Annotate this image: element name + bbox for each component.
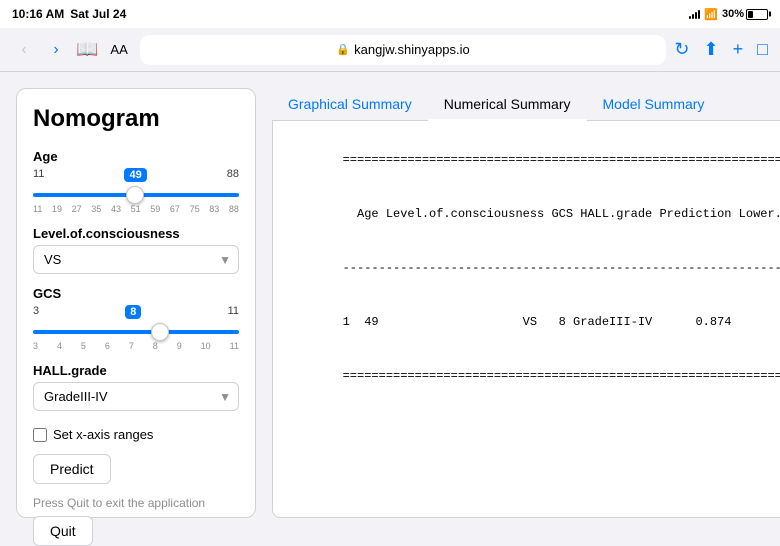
consciousness-select-wrapper[interactable]: VS GCS ▼ (33, 245, 239, 274)
age-min: 11 (33, 168, 44, 182)
age-bounds: 11 49 88 (33, 168, 239, 182)
hall-grade-label: HALL.grade (33, 363, 239, 378)
back-button[interactable]: ‹ (12, 38, 36, 62)
age-slider-container[interactable] (33, 184, 239, 202)
forward-button[interactable]: › (44, 38, 68, 62)
quit-section: Press Quit to exit the application Quit (33, 496, 239, 546)
data-row: 1 49 VS 8 GradeIII-IV 0.874 0.763 0.938 (343, 315, 780, 329)
xaxis-checkbox[interactable] (33, 428, 47, 442)
gcs-max: 11 (228, 305, 239, 319)
quit-button[interactable]: Quit (33, 516, 93, 546)
main-content: Nomogram Age 11 49 88 11 19 27 35 43 51 … (0, 72, 780, 534)
status-right: 📶 30% (689, 8, 768, 21)
bookmarks-icon: 📖 (76, 39, 98, 60)
xaxis-checkbox-label[interactable]: Set x-axis ranges (53, 427, 153, 442)
tab-graphical[interactable]: Graphical Summary (272, 88, 428, 120)
age-label: Age (33, 149, 239, 164)
gcs-min: 3 (33, 305, 39, 319)
hall-grade-section: HALL.grade GradeIII-IV GradeI-II ▼ (33, 363, 239, 411)
tabs-button[interactable]: □ (757, 39, 768, 60)
consciousness-section: Level.of.consciousness VS GCS ▼ (33, 226, 239, 274)
new-tab-button[interactable]: + (733, 39, 744, 60)
browser-chrome: ‹ › 📖 AA 🔒 kangjw.shinyapps.io ↻ ⬆ + □ (0, 28, 780, 72)
battery-indicator: 30% (722, 8, 768, 20)
status-bar: 10:16 AM Sat Jul 24 📶 30% (0, 0, 780, 28)
status-left: 10:16 AM Sat Jul 24 (12, 7, 126, 21)
reload-button[interactable]: ↻ (674, 39, 689, 60)
text-size-control[interactable]: AA (110, 42, 127, 57)
lock-icon: 🔒 (336, 43, 350, 56)
separator-bottom: ========================================… (343, 369, 780, 383)
quit-hint: Press Quit to exit the application (33, 496, 239, 510)
gcs-section: GCS 3 8 11 3 4 5 6 7 8 9 10 11 (33, 286, 239, 351)
wifi-icon: 📶 (704, 8, 718, 21)
gcs-current-value: 8 (125, 305, 141, 319)
separator-top: ========================================… (343, 153, 780, 167)
consciousness-select[interactable]: VS GCS (33, 245, 239, 274)
left-panel: Nomogram Age 11 49 88 11 19 27 35 43 51 … (16, 88, 256, 518)
age-ticks: 11 19 27 35 43 51 59 67 75 83 88 (33, 204, 239, 214)
tabs-container: Graphical Summary Numerical Summary Mode… (272, 88, 780, 121)
gcs-ticks: 3 4 5 6 7 8 9 10 11 (33, 341, 239, 351)
date-display: Sat Jul 24 (70, 7, 126, 21)
battery-icon (746, 9, 768, 20)
address-bar[interactable]: 🔒 kangjw.shinyapps.io (140, 35, 667, 65)
hall-grade-select[interactable]: GradeIII-IV GradeI-II (33, 382, 239, 411)
url-display: kangjw.shinyapps.io (354, 42, 470, 57)
gcs-label: GCS (33, 286, 239, 301)
share-button[interactable]: ⬆ (704, 39, 719, 60)
divider-line: ----------------------------------------… (343, 261, 780, 275)
consciousness-label: Level.of.consciousness (33, 226, 239, 241)
hall-grade-select-wrapper[interactable]: GradeIII-IV GradeI-II ▼ (33, 382, 239, 411)
battery-percent: 30% (722, 8, 744, 20)
tab-model[interactable]: Model Summary (587, 88, 721, 120)
age-max: 88 (227, 168, 239, 182)
numerical-output: ========================================… (285, 133, 780, 403)
age-slider[interactable] (33, 193, 239, 197)
right-panel: Graphical Summary Numerical Summary Mode… (272, 88, 780, 518)
predict-button[interactable]: Predict (33, 454, 111, 484)
table-header: Age Level.of.consciousness GCS HALL.grad… (343, 207, 780, 221)
xaxis-checkbox-row[interactable]: Set x-axis ranges (33, 427, 239, 442)
gcs-slider[interactable] (33, 330, 239, 334)
signal-icon (689, 9, 700, 19)
gcs-slider-container[interactable] (33, 321, 239, 339)
gcs-bounds: 3 8 11 (33, 305, 239, 319)
tab-numerical[interactable]: Numerical Summary (428, 88, 587, 120)
tab-content-numerical: ========================================… (272, 121, 780, 518)
page-title: Nomogram (33, 105, 239, 133)
age-current-value: 49 (124, 168, 146, 182)
browser-actions: ↻ ⬆ + □ (674, 39, 768, 60)
time-display: 10:16 AM (12, 7, 64, 21)
age-section: Age 11 49 88 11 19 27 35 43 51 59 67 75 … (33, 149, 239, 214)
